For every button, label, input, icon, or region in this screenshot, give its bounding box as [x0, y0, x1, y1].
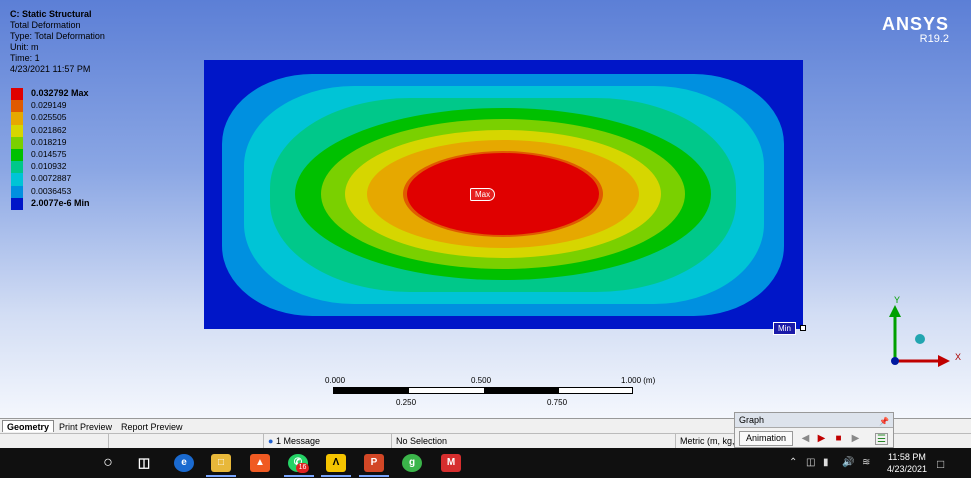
unit-system-status[interactable]: Metric (m, kg,: [675, 434, 735, 449]
search-icon[interactable]: ○: [98, 454, 118, 472]
scale-segment: [484, 388, 559, 393]
legend-swatch: [11, 161, 23, 174]
messages-status[interactable]: ● 1 Message: [263, 434, 391, 449]
tab-report-preview[interactable]: Report Preview: [117, 421, 187, 433]
notification-badge: 16: [296, 463, 309, 473]
active-app-indicator: [359, 475, 389, 477]
legend-swatch: [11, 197, 23, 210]
animation-label: Animation: [739, 431, 794, 446]
wifi-icon[interactable]: ≋: [862, 457, 870, 468]
legend-swatch: [11, 112, 23, 125]
y-axis-arrowhead: [889, 305, 901, 317]
legend-swatch: [11, 100, 23, 113]
result-timestamp: 4/23/2021 11:57 PM: [10, 64, 91, 74]
distributed-frames-icon[interactable]: ☰: [875, 433, 888, 445]
deformation-contour-plot[interactable]: [204, 60, 803, 329]
status-spacer: [108, 434, 263, 449]
play-icon[interactable]: ▶: [815, 433, 828, 445]
legend-label: 0.0072887: [31, 173, 72, 184]
active-app-indicator: [321, 475, 351, 477]
tab-geometry[interactable]: Geometry: [2, 420, 55, 432]
contour-band-9: [407, 153, 599, 235]
coordinate-triad[interactable]: Y X: [880, 295, 965, 375]
legend-swatch: [11, 136, 23, 149]
legend-label: 0.0036453: [31, 185, 72, 196]
legend-label: 0.025505: [31, 112, 67, 123]
x-axis-label: X: [955, 352, 962, 362]
clock-time: 11:58 PM: [888, 452, 926, 462]
brave-browser-icon[interactable]: ▲: [250, 454, 270, 472]
volume-icon[interactable]: 🔊: [842, 457, 854, 468]
scale-bar: [333, 387, 633, 394]
graph-title-text: Graph: [739, 415, 765, 425]
y-axis-label: Y: [894, 295, 901, 305]
gmail-icon[interactable]: M: [441, 454, 461, 472]
legend-swatch: [11, 185, 23, 198]
pin-icon[interactable]: 📌: [879, 414, 889, 429]
scale-ruler: 0.000 0.500 1.000 (m) 0.250 0.750: [325, 376, 665, 416]
z-axis-origin: [891, 357, 899, 365]
legend-swatch: [11, 173, 23, 186]
scale-tick-label: 1.000 (m): [621, 376, 656, 385]
brand-name: ANSYS: [881, 14, 949, 34]
notifications-icon[interactable]: □: [937, 457, 944, 471]
powerpoint-icon[interactable]: P: [364, 454, 384, 472]
info-icon: ●: [268, 436, 274, 446]
x-axis-arrowhead: [938, 355, 950, 367]
windows-taskbar: ○ ◫ e □ ▲ ✆ 16 Λ P g M ⌃ ◫ ▮ 🔊 ≋ 11:58 P…: [0, 448, 971, 478]
result-type: Type: Total Deformation: [10, 31, 105, 41]
ansys-workbench-icon[interactable]: Λ: [326, 454, 346, 472]
show-hidden-icons-icon[interactable]: ⌃: [789, 457, 797, 468]
min-probe-marker: [800, 325, 806, 331]
scale-tick-label: 0.500: [471, 376, 492, 385]
analysis-title: C: Static Structural: [10, 9, 92, 19]
battery-icon[interactable]: ▮: [823, 457, 829, 468]
min-probe-label[interactable]: Min: [773, 322, 796, 335]
max-probe-label[interactable]: Max: [470, 188, 496, 201]
legend-label: 0.032792 Max: [31, 88, 89, 98]
legend-swatch: [11, 148, 23, 162]
clock-date: 4/23/2021: [886, 464, 927, 474]
legend-label: 0.010932: [31, 161, 67, 172]
graphics-viewport[interactable]: C: Static Structural Total Deformation T…: [0, 0, 971, 418]
next-frame-icon[interactable]: ▶: [849, 433, 862, 445]
result-unit: Unit: m: [10, 42, 39, 52]
tab-print-preview[interactable]: Print Preview: [55, 421, 116, 433]
legend-swatch: [11, 124, 23, 137]
iso-sphere: [915, 334, 925, 344]
legend-label: 0.029149: [31, 100, 67, 111]
system-clock[interactable]: 11:58 PM 4/23/2021: [887, 451, 927, 475]
result-time: Time: 1: [10, 53, 40, 63]
scale-segment: [334, 388, 409, 393]
graph-panel-title: Graph 📌: [735, 413, 893, 428]
graph-panel: Graph 📌 Animation ◀ ▶ ■ ▶ ☰: [734, 412, 894, 448]
stop-icon[interactable]: ■: [832, 433, 845, 445]
app-icon-green[interactable]: g: [402, 454, 422, 472]
result-info: C: Static Structural Total Deformation T…: [10, 9, 105, 75]
legend-label: 0.014575: [31, 148, 67, 159]
active-app-indicator: [284, 475, 314, 477]
legend-label: 0.018219: [31, 136, 67, 147]
file-explorer-icon[interactable]: □: [211, 454, 231, 472]
ansys-logo: ANSYS R19.2: [882, 14, 949, 45]
scale-tick-label: 0.250: [396, 398, 417, 407]
legend-label: 2.0077e-6 Min: [31, 197, 90, 208]
scale-tick-label: 0.000: [325, 376, 346, 385]
selection-status: No Selection: [391, 434, 671, 449]
result-name: Total Deformation: [10, 20, 81, 30]
task-view-icon[interactable]: ◫: [134, 454, 154, 472]
scale-tick-label: 0.750: [547, 398, 568, 407]
legend-swatch: [11, 88, 23, 101]
legend-label: 0.021862: [31, 124, 67, 135]
messages-count: 1 Message: [275, 436, 320, 446]
meet-now-icon[interactable]: ◫: [806, 457, 815, 468]
edge-browser-icon[interactable]: e: [174, 454, 194, 472]
previous-frame-icon[interactable]: ◀: [799, 433, 812, 445]
active-app-indicator: [206, 475, 236, 477]
